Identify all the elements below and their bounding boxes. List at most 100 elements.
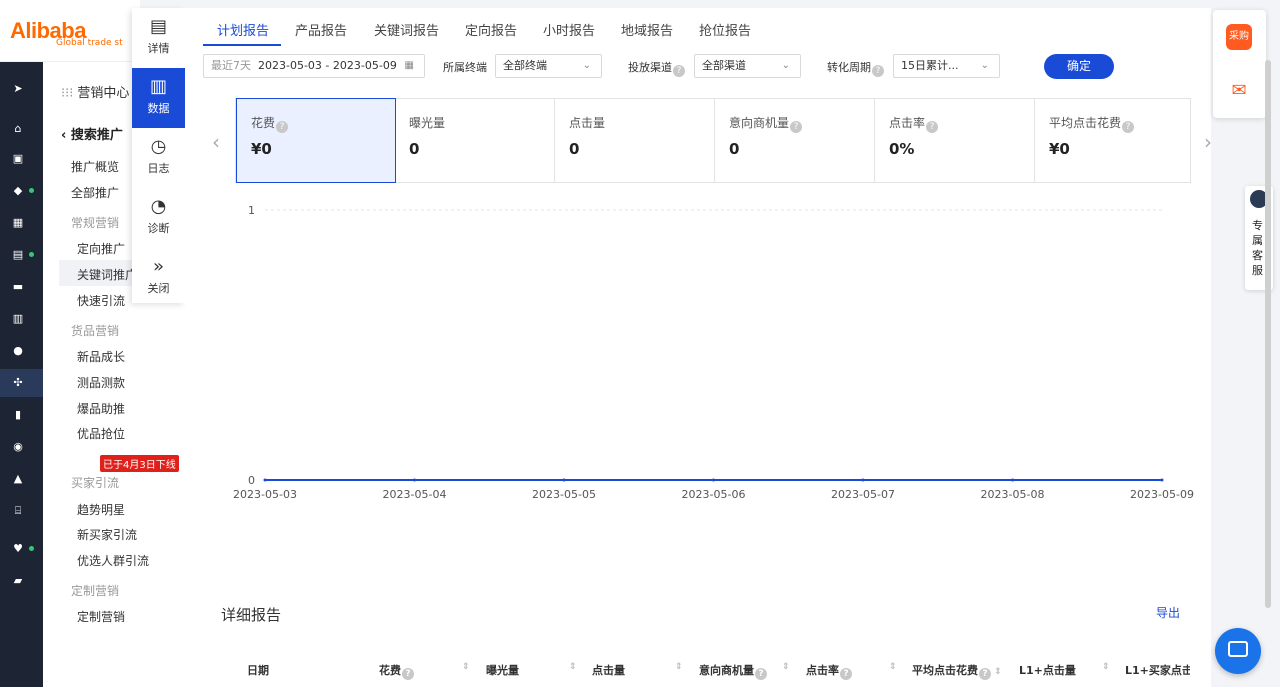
tab-targeting-report[interactable]: 定向报告 <box>465 20 517 39</box>
tab-hourly-report[interactable]: 小时报告 <box>543 20 595 39</box>
cycle-label: 转化周期? <box>827 59 884 77</box>
help-icon[interactable]: ? <box>755 668 767 680</box>
nav-header[interactable]: ⁝⁝⁝ 营销中心 <box>61 82 129 101</box>
sort-icon[interactable]: ⇕ <box>1102 662 1110 672</box>
calendar-icon[interactable]: ▤ <box>11 248 25 262</box>
panel-tab-log[interactable]: ◷ 日志 <box>132 128 185 188</box>
wechat-icon[interactable]: ✉ <box>1226 80 1252 102</box>
help-icon[interactable]: ? <box>673 65 685 77</box>
tab-plan-report[interactable]: 计划报告 <box>217 20 269 39</box>
tab-region-report[interactable]: 地域报告 <box>621 20 673 39</box>
nav-group-label: 常规营销 <box>71 216 120 230</box>
bank-icon[interactable]: ⌸ <box>11 504 25 518</box>
column-header[interactable]: 意向商机量? <box>699 662 767 680</box>
help-icon[interactable]: ? <box>1122 121 1135 133</box>
shield-icon[interactable]: ◆ <box>11 184 25 198</box>
nav-item[interactable]: 爆品助推 <box>77 400 125 417</box>
bar-chart-icon[interactable]: ▥ <box>11 312 25 326</box>
column-header[interactable]: 曝光量 <box>486 662 519 678</box>
nav-group-label: 货品营销 <box>71 324 120 338</box>
heart-icon[interactable]: ♥ <box>11 542 25 556</box>
back-link[interactable]: ‹ 搜索推广 <box>61 124 123 143</box>
store-icon[interactable]: ▣ <box>11 152 25 166</box>
column-header-text: 点击率 <box>806 664 839 677</box>
column-header[interactable]: 平均点击花费? ⇕ <box>912 662 1002 680</box>
column-header[interactable]: 点击率? <box>806 662 852 680</box>
message-icon[interactable]: ▬ <box>11 280 25 294</box>
nav-item[interactable]: 新买家引流 <box>77 526 137 543</box>
chevron-left-icon[interactable]: ‹ <box>212 130 220 154</box>
tab-product-report[interactable]: 产品报告 <box>295 20 347 39</box>
nav-item[interactable]: 全部推广 <box>71 184 119 201</box>
nav-item[interactable]: 新品成长 <box>77 348 125 365</box>
panel-tab-close[interactable]: » 关闭 <box>132 248 185 308</box>
home-icon[interactable]: ⌂ <box>11 122 25 136</box>
briefcase-icon[interactable]: ▰ <box>11 574 25 588</box>
help-icon[interactable]: ? <box>872 65 884 77</box>
nav-item[interactable]: 优选人群引流 <box>77 552 149 569</box>
chevron-right-icon[interactable]: › <box>1204 130 1212 154</box>
nav-item[interactable]: 定向推广 <box>77 240 125 257</box>
users-icon[interactable]: ● <box>11 344 25 358</box>
help-icon[interactable]: ? <box>402 668 414 680</box>
marketing-icon[interactable]: ✣ <box>11 376 25 390</box>
apps-icon[interactable]: ▦ <box>11 216 25 230</box>
help-icon[interactable]: ? <box>790 121 803 133</box>
sort-icon[interactable]: ⇕ <box>462 662 470 672</box>
export-link[interactable]: 导出 <box>1156 604 1180 621</box>
column-header[interactable]: 花费? <box>379 662 414 680</box>
truck-icon[interactable]: ▲ <box>11 472 25 486</box>
cycle-value: 15日累计... <box>901 59 959 72</box>
help-icon[interactable]: ? <box>926 121 939 133</box>
nav-item[interactable]: 定制营销 <box>77 608 125 625</box>
metric-title: 平均点击花费? <box>1049 114 1135 133</box>
metric-card-leads[interactable]: 意向商机量? 0 <box>715 99 875 182</box>
channel-label: 投放渠道? <box>628 59 685 77</box>
globe-icon[interactable]: ◉ <box>11 440 25 454</box>
metric-card-ctr[interactable]: 点击率? 0% <box>875 99 1035 182</box>
metric-card-clicks[interactable]: 点击量 0 <box>555 99 715 182</box>
nav-item[interactable]: 趋势明星 <box>77 501 125 518</box>
nav-item[interactable]: 快速引流 <box>77 292 125 309</box>
sort-icon[interactable]: ⇕ <box>889 662 897 672</box>
send-icon[interactable]: ➤ <box>11 82 25 96</box>
help-icon[interactable]: ? <box>276 121 289 133</box>
nav-item[interactable]: 测品测款 <box>77 374 125 391</box>
procurement-app-icon[interactable]: 采购 <box>1226 24 1252 50</box>
cycle-select[interactable]: 15日累计... ⌄ <box>893 54 1000 78</box>
confirm-button[interactable]: 确定 <box>1044 54 1114 79</box>
logo[interactable]: Alibaba Global trade st <box>0 0 140 62</box>
metric-card-avg-cpc[interactable]: 平均点击花费? ¥0 <box>1035 99 1195 182</box>
terminal-select[interactable]: 全部终端 ⌄ <box>495 54 602 78</box>
tab-keyword-report[interactable]: 关键词报告 <box>374 20 439 39</box>
help-icon[interactable]: ? <box>840 668 852 680</box>
metric-card-impressions[interactable]: 曝光量 0 <box>395 99 555 182</box>
panel-tab-diagnose[interactable]: ◔ 诊断 <box>132 188 185 248</box>
nav-item[interactable]: 推广概览 <box>71 158 119 175</box>
trend-chart: 0 1 2023-05-03 2023-05-04 2023-05-05 2023-05-… <box>225 198 1205 508</box>
date-range-picker[interactable]: 最近7天 2023-05-03 - 2023-05-09 ▦ <box>203 54 425 78</box>
channel-select[interactable]: 全部渠道 ⌄ <box>694 54 801 78</box>
scrollbar[interactable] <box>1265 60 1271 608</box>
column-header-text: 意向商机量 <box>699 664 754 677</box>
chat-button[interactable] <box>1215 628 1261 674</box>
help-icon[interactable]: ? <box>979 668 991 680</box>
metric-card-spend[interactable]: 花费? ¥0 <box>236 98 396 183</box>
sort-icon[interactable]: ⇕ <box>675 662 683 672</box>
x-tick-label: 2023-05-07 <box>831 488 895 501</box>
cycle-label-text: 转化周期 <box>827 61 871 74</box>
clipboard-icon[interactable]: ▮ <box>11 408 25 422</box>
tab-bidding-report[interactable]: 抢位报告 <box>699 20 751 39</box>
panel-tab-detail[interactable]: ▤ 详情 <box>132 8 185 68</box>
sort-icon[interactable]: ⇕ <box>569 662 577 672</box>
nav-group-label: 买家引流 <box>71 476 120 490</box>
sort-icon[interactable]: ⇕ <box>991 667 1002 677</box>
column-header[interactable]: 点击量 <box>592 662 625 678</box>
column-header[interactable]: L1+买家点击 <box>1125 662 1190 678</box>
metric-title-text: 花费 <box>251 116 276 130</box>
nav-item[interactable]: 优品抢位 <box>77 425 125 442</box>
panel-tab-data[interactable]: ▥ 数据 <box>132 68 185 128</box>
nav-item[interactable]: 关键词推广 <box>77 266 137 283</box>
column-header[interactable]: L1+点击量 <box>1019 662 1076 678</box>
sort-icon[interactable]: ⇕ <box>782 662 790 672</box>
